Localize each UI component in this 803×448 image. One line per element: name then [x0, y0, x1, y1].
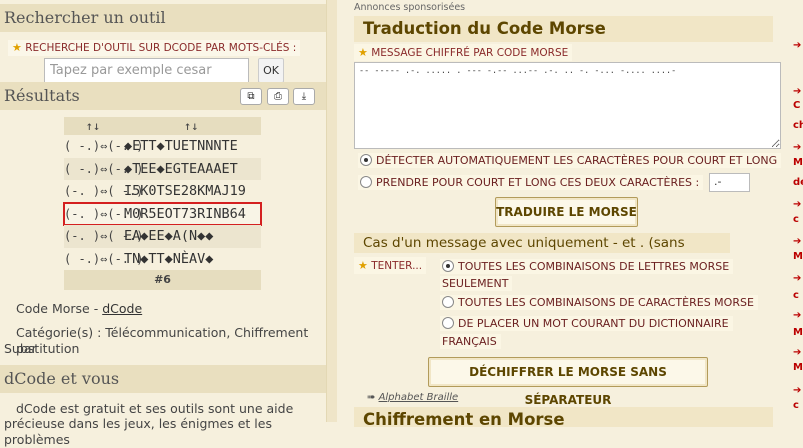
strip-link[interactable]: c [793, 214, 799, 225]
arrow-icon: ➔ [793, 310, 802, 321]
result-key: (-. )⇔(-. ) [64, 206, 144, 221]
radio-dictionary-word-cont: FRANÇAIS [440, 334, 501, 350]
radio-letters-label: TOUTES LES COMBINAISONS DE LETTRES MORSE [458, 260, 730, 273]
main-content: Annonces sponsorisées Traduction du Code… [337, 0, 783, 429]
result-key: ( -.)⇔(-. ) [64, 251, 144, 266]
result-value: EA◆EE◆A(N◆◆ [124, 228, 214, 244]
result-value: ◆ETT◆TUETNNNTE [124, 138, 238, 154]
sidebar: Rechercher un outil ★ RECHERCHE D'OUTIL … [0, 0, 326, 447]
encrypt-title: Chiffrement en Morse [363, 410, 565, 429]
results-table: ↑↓ ↑↓ ( -.)⇔(-. ) ◆ETT◆TUETNNNTE ( -.)⇔(… [63, 117, 262, 290]
table-row-highlighted[interactable]: (-. )⇔(-. ) M0R5EOT73RINB64 [63, 201, 262, 226]
separator-chars-input[interactable]: .- [709, 173, 750, 192]
radio-checked-icon[interactable] [442, 260, 454, 272]
result-key: ( -.)⇔(-. ) [64, 139, 144, 153]
table-row[interactable]: ( -.)⇔(-. ) ◆ETT◆TUETNNNTE [64, 135, 261, 158]
table-row[interactable]: ( -.)⇔(-. ) TN◆TT◆NÈAV◆ [64, 248, 261, 271]
radio-custom-label: PRENDRE POUR COURT ET LONG CES DEUX CARA… [376, 176, 700, 189]
try-label-text: TENTER... [371, 260, 423, 272]
table-row[interactable]: (-. )⇔( -.) I5K0TSE28KMAJ19 [64, 180, 261, 203]
ads-label: Annonces sponsorisées [354, 2, 466, 13]
result-value: M0R5EOT73RINB64 [124, 205, 246, 222]
strip-link[interactable]: M [793, 362, 803, 373]
arrow-icon: ➔ [793, 347, 802, 358]
arrow-icon: ➔ [793, 385, 802, 396]
dcode-description: dCode est gratuit et ses outils sont une… [16, 401, 294, 416]
search-section-title: Rechercher un outil [0, 4, 326, 32]
result-value: ◆TEE◆EGTEAAAET [124, 160, 238, 177]
results-header-row: ↑↓ ↑↓ [64, 117, 261, 135]
strip-link[interactable]: C [793, 100, 800, 111]
keyword-search-label: ★ RECHERCHE D'OUTIL SUR DCODE PAR MOTS-C… [8, 40, 301, 56]
translation-panel: Traduction du Code Morse [354, 16, 773, 42]
strip-link[interactable]: de [793, 177, 803, 188]
arrow-icon: ➔ [793, 199, 802, 210]
arrow-icon: ➔ [793, 142, 802, 153]
arrow-icon: ➔ [793, 86, 802, 97]
dcode-description-cont: précieuse dans les jeux, les énigmes et … [4, 416, 272, 447]
result-value: I5K0TSE28KMAJ19 [124, 183, 246, 199]
sort-column-1-button[interactable]: ↑↓ [64, 117, 122, 135]
results-count: #6 [64, 270, 261, 290]
translation-title: Traduction du Code Morse [363, 19, 606, 38]
radio-unchecked-icon[interactable] [442, 296, 454, 308]
sort-column-2-button[interactable]: ↑↓ [184, 117, 198, 135]
radio-auto-label: DÉTECTER AUTOMATIQUEMENT LES CARACTÈRES … [376, 154, 778, 167]
strip-link[interactable]: ch [793, 120, 803, 131]
alphabet-braille-link-text[interactable]: Alphabet Braille [379, 392, 459, 403]
strip-link[interactable]: M [793, 251, 803, 262]
strip-link[interactable]: M [793, 327, 803, 338]
copy-icon[interactable]: ⧉ [240, 88, 262, 105]
strip-link[interactable]: c [793, 290, 799, 301]
tool-name-prefix: Code Morse - [16, 301, 103, 316]
keyword-search-label-text: RECHERCHE D'OUTIL SUR DCODE PAR MOTS-CLÉ… [25, 42, 297, 54]
try-label: ★ TENTER... [354, 257, 427, 274]
translate-button[interactable]: TRADUIRE LE MORSE [495, 197, 638, 227]
arrow-icon: ➔ [793, 236, 802, 247]
strip-link[interactable]: M [793, 157, 803, 168]
radio-unchecked-icon[interactable] [442, 317, 454, 329]
radio-custom-chars[interactable]: PRENDRE POUR COURT ET LONG CES DEUX CARA… [358, 175, 704, 191]
dcode-section-title: dCode et vous [0, 365, 326, 393]
alphabet-braille-link[interactable]: ➠ Alphabet Braille [367, 392, 458, 403]
cipher-label-text: MESSAGE CHIFFRÉ PAR CODE MORSE [371, 47, 569, 59]
no-space-case-title: Cas d'un message avec uniquement - et . … [354, 233, 730, 271]
radio-dict-label-cont: FRANÇAIS [440, 334, 501, 349]
result-value: TN◆TT◆NÈAV◆ [124, 250, 214, 267]
star-icon: ★ [12, 41, 22, 54]
arrow-icon: ➔ [793, 40, 802, 51]
radio-chars-label: TOUTES LES COMBINAISONS DE CARACTÈRES MO… [458, 296, 754, 309]
result-key: (-. )⇔( -.) [64, 184, 144, 198]
decrypt-no-separator-button[interactable]: DÉCHIFFRER LE MORSE SANS SÉPARATEUR [428, 357, 708, 407]
encrypt-panel: Chiffrement en Morse [354, 407, 773, 429]
arrow-icon: ➔ [793, 273, 802, 284]
star-icon: ★ [358, 259, 368, 272]
strip-link[interactable]: c [793, 400, 799, 411]
search-input[interactable] [44, 58, 249, 83]
tool-name: Code Morse - dCode [16, 301, 142, 317]
star-icon: ★ [358, 46, 368, 59]
radio-checked-icon[interactable] [360, 154, 372, 166]
radio-letters-combinations-cont: SEULEMENT [440, 276, 513, 292]
table-row[interactable]: ( -.)⇔(-. ) ◆TEE◆EGTEAAAET [64, 157, 261, 180]
right-sidebar-cutoff: ➔ ➔ C ch ➔ M de ➔ c ➔ M ➔ c ➔ M ➔ M ➔ c [783, 0, 803, 422]
radio-dictionary-word[interactable]: DE PLACER UN MOT COURANT DU DICTIONNAIRE [440, 316, 733, 332]
radio-chars-combinations[interactable]: TOUTES LES COMBINAISONS DE CARACTÈRES MO… [440, 295, 758, 311]
result-key: (-. )⇔( -.) [64, 229, 144, 243]
download-icon[interactable]: ⤓ [293, 88, 315, 105]
cipher-label: ★ MESSAGE CHIFFRÉ PAR CODE MORSE [354, 44, 573, 61]
result-key: ( -.)⇔(-. ) [64, 161, 144, 176]
cipher-textarea[interactable]: -- ----- .-. ..... . --- -.-- ...-- .-. … [354, 62, 781, 149]
table-row[interactable]: (-. )⇔( -.) EA◆EE◆A(N◆◆ [64, 225, 261, 248]
radio-auto-detect[interactable]: DÉTECTER AUTOMATIQUEMENT LES CARACTÈRES … [358, 153, 782, 169]
arrow-icon: ➠ [367, 392, 379, 403]
dcode-link[interactable]: dCode [102, 301, 142, 316]
radio-unchecked-icon[interactable] [360, 176, 372, 188]
radio-letters-label-cont: SEULEMENT [440, 276, 513, 291]
tool-categories-cont: Substitution [4, 341, 80, 356]
radio-letters-combinations[interactable]: TOUTES LES COMBINAISONS DE LETTRES MORSE [440, 259, 734, 275]
search-ok-button[interactable]: OK [258, 58, 284, 83]
print-icon[interactable]: ⎙ [267, 88, 289, 105]
radio-dict-label: DE PLACER UN MOT COURANT DU DICTIONNAIRE [458, 317, 729, 330]
